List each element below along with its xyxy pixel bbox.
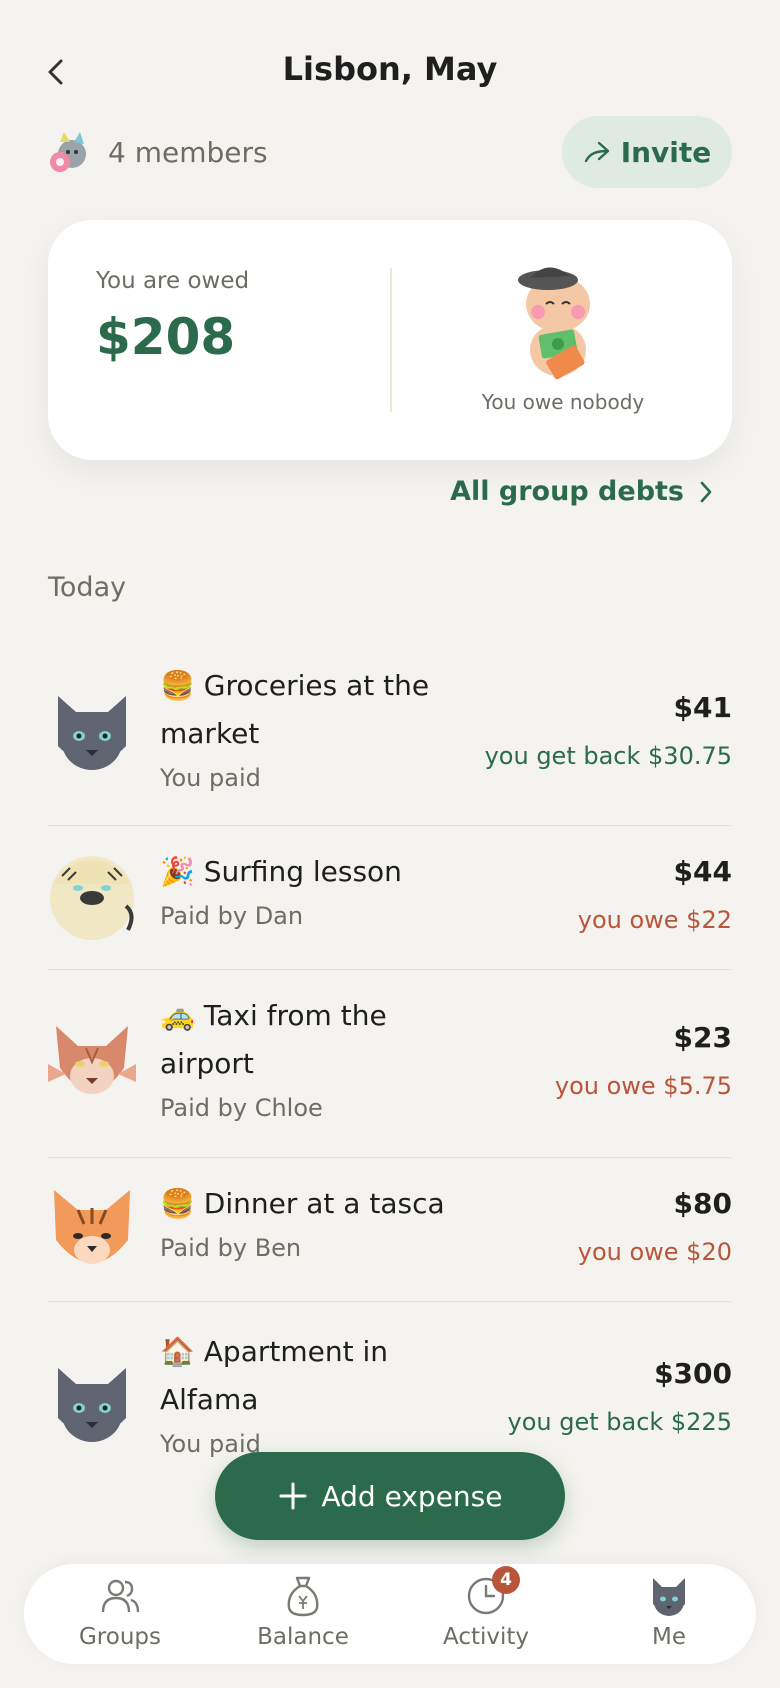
expense-title: 🍔 Groceries at the market — [160, 669, 430, 750]
tab-label: Groups — [78, 1624, 161, 1650]
section-label-today: Today — [48, 572, 127, 603]
money-bag-icon — [287, 1576, 319, 1617]
balance-summary-card[interactable]: You are owed $208 You owe nobody — [48, 220, 732, 460]
invite-button[interactable]: Invite — [562, 116, 732, 188]
expense-list: 🍔 Groceries at the market You paid $41 yo… — [48, 634, 732, 1482]
owe-status: You owe nobody — [481, 390, 645, 414]
tab-label: Balance — [257, 1624, 349, 1650]
add-expense-label: Add expense — [321, 1479, 503, 1513]
expense-title: 🚕 Taxi from the airport — [160, 999, 387, 1080]
expense-share: you owe $20 — [577, 1238, 732, 1266]
share-arrow-icon — [584, 141, 609, 163]
expense-payer: Paid by Ben — [160, 1234, 302, 1262]
expense-amount: $23 — [673, 1021, 732, 1054]
all-group-debts-label: All group debts — [450, 476, 684, 507]
mascot-illustration — [508, 264, 608, 384]
lynx-cat-icon — [48, 1026, 136, 1094]
expense-row[interactable]: 🚕 Taxi from the airport Paid by Chloe $23… — [48, 970, 732, 1158]
expense-row[interactable]: 🍔 Groceries at the market You paid $41 yo… — [48, 634, 732, 826]
expense-payer: Paid by Chloe — [160, 1094, 323, 1122]
owed-amount: $208 — [96, 308, 236, 366]
bottom-tab-bar: Groups Balance 4 Activity Me — [24, 1564, 756, 1664]
gray-cat-icon — [58, 1368, 126, 1442]
tab-label: Activity — [442, 1624, 529, 1650]
tab-me[interactable]: Me — [579, 1574, 759, 1658]
members-count[interactable]: 4 members — [108, 136, 268, 169]
card-divider — [390, 268, 392, 412]
tab-activity[interactable]: 4 Activity — [396, 1566, 576, 1658]
members-row: 4 members Invite — [48, 116, 732, 188]
expense-share: you owe $5.75 — [554, 1072, 732, 1100]
header: Lisbon, May — [0, 40, 780, 100]
expense-title: 🎉 Surfing lesson — [160, 855, 402, 888]
invite-label: Invite — [620, 135, 712, 169]
expense-row[interactable]: 🎉 Surfing lesson Paid by Dan $44 you owe… — [48, 826, 732, 970]
expense-row[interactable]: 🍔 Dinner at a tasca Paid by Ben $80 you … — [48, 1158, 732, 1302]
all-group-debts-link[interactable]: All group debts — [450, 476, 714, 507]
expense-amount: $41 — [673, 691, 732, 724]
expense-share: you owe $22 — [577, 906, 732, 934]
bear-money-icon — [518, 267, 590, 380]
expense-payer: You paid — [160, 764, 261, 792]
expense-title: 🍔 Dinner at a tasca — [160, 1187, 445, 1220]
expense-amount: $44 — [673, 855, 732, 888]
expense-amount: $80 — [673, 1187, 732, 1220]
group-avatar[interactable] — [48, 128, 92, 176]
add-expense-button[interactable]: Add expense — [215, 1452, 565, 1540]
plus-icon — [279, 1482, 306, 1510]
gray-cat-icon — [58, 696, 126, 770]
expense-share: you get back $30.75 — [484, 742, 732, 770]
chevron-right-icon — [700, 481, 712, 502]
expense-share: you get back $225 — [507, 1408, 732, 1436]
cream-cat-icon — [50, 856, 134, 940]
avatar — [653, 1578, 685, 1616]
tab-label: Me — [652, 1624, 686, 1650]
tab-balance[interactable]: Balance — [213, 1574, 393, 1658]
activity-badge: 4 — [492, 1566, 520, 1594]
party-cat-icon — [50, 132, 86, 172]
tiger-cat-icon — [54, 1190, 130, 1264]
page-title: Lisbon, May — [282, 50, 498, 88]
people-icon — [101, 1579, 140, 1613]
tab-groups[interactable]: Groups — [30, 1574, 210, 1658]
owed-label: You are owed — [96, 268, 250, 294]
expense-payer: Paid by Dan — [160, 902, 304, 930]
expense-title: 🏠 Apartment in Alfama — [160, 1335, 389, 1416]
expense-amount: $300 — [654, 1357, 732, 1390]
